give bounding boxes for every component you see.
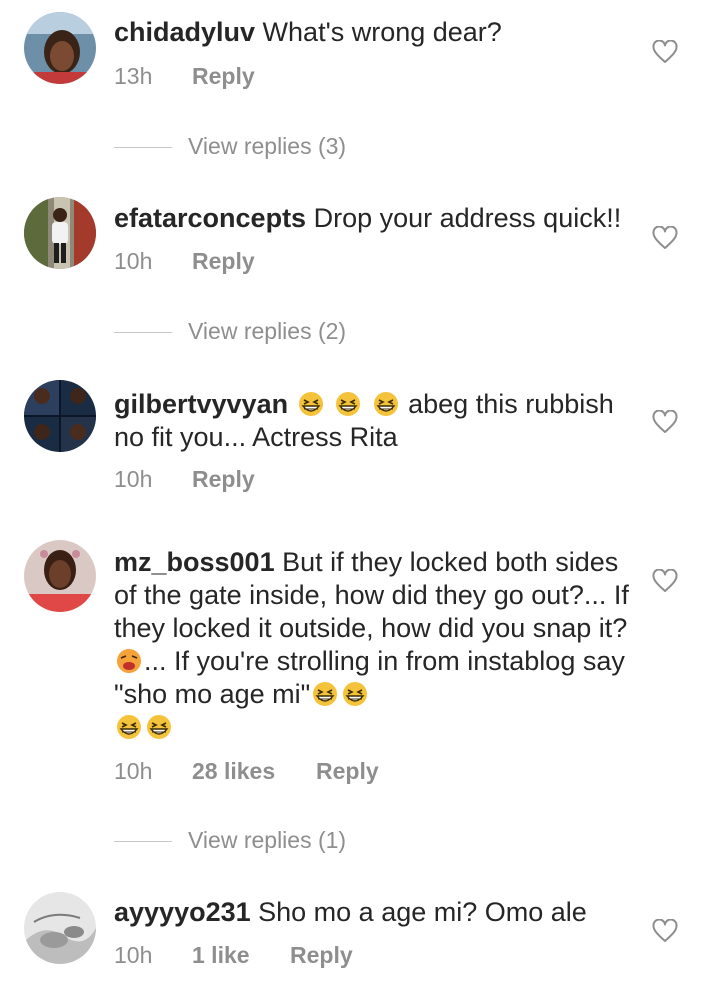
heart-outline-icon[interactable] (652, 919, 678, 943)
comment-meta: 13h Reply (114, 61, 255, 91)
view-replies-link[interactable]: View replies (1) (114, 825, 346, 855)
avatar[interactable] (24, 197, 96, 269)
view-replies-link[interactable]: View replies (2) (114, 316, 346, 346)
grinning-squinting-face-emoji (147, 715, 171, 739)
grinning-squinting-face-emoji (336, 392, 361, 416)
comment-body: Drop your address quick!! (306, 203, 622, 233)
comment-time: 10h (114, 942, 153, 968)
username[interactable]: gilbertvyvyan (114, 389, 288, 419)
reply-button[interactable]: Reply (290, 940, 353, 970)
view-replies-link[interactable]: View replies (3) (114, 131, 346, 161)
grinning-squinting-face-emoji (343, 682, 368, 706)
username[interactable]: efatarconcepts (114, 203, 306, 233)
comment-time: 10h (114, 466, 153, 492)
comment-body: What's wrong dear? (255, 17, 502, 47)
username[interactable]: ayyyyo231 (114, 897, 251, 927)
avatar[interactable] (24, 892, 96, 964)
comment-meta: 10h Reply (114, 246, 255, 276)
comment-text: mz_boss001 But if they locked both sides… (114, 546, 634, 744)
comment-meta: 10h Reply (114, 464, 255, 494)
divider (114, 332, 172, 334)
heart-outline-icon[interactable] (652, 40, 678, 64)
comment-time: 10h (114, 248, 153, 274)
avatar[interactable] (24, 380, 96, 452)
grinning-squinting-face-emoji (313, 682, 338, 706)
comment-body-continued: ... If you're strolling in from instablo… (114, 646, 625, 709)
reply-button[interactable]: Reply (316, 756, 379, 786)
comment-text: ayyyyo231 Sho mo a age mi? Omo ale (114, 896, 634, 929)
likes-count[interactable]: 28 likes (192, 756, 316, 786)
comment-item: efatarconcepts Drop your address quick!!… (0, 190, 720, 310)
comment-text: efatarconcepts Drop your address quick!! (114, 202, 634, 235)
likes-count[interactable]: 1 like (192, 940, 290, 970)
view-replies-label[interactable]: View replies (3) (188, 133, 346, 159)
comment-item: mz_boss001 But if they locked both sides… (0, 530, 720, 790)
divider (114, 841, 172, 843)
reply-button[interactable]: Reply (192, 61, 255, 91)
comment-meta: 10h 28 likes Reply (114, 756, 379, 786)
divider (114, 147, 172, 149)
comment-item: gilbertvyvyan abeg this rubbish no fit y… (0, 372, 720, 502)
comment-item: ayyyyo231 Sho mo a age mi? Omo ale 10h 1 … (0, 882, 720, 988)
view-replies-label[interactable]: View replies (2) (188, 318, 346, 344)
comment-text: gilbertvyvyan abeg this rubbish no fit y… (114, 388, 634, 454)
avatar[interactable] (24, 540, 96, 612)
username[interactable]: mz_boss001 (114, 547, 275, 577)
comment-meta: 10h 1 like Reply (114, 940, 353, 970)
grinning-squinting-face-emoji (298, 392, 323, 416)
grinning-squinting-face-emoji (117, 715, 141, 739)
heart-outline-icon[interactable] (652, 410, 678, 434)
heart-outline-icon[interactable] (652, 569, 678, 593)
comment-text: chidadyluv What's wrong dear? (114, 16, 634, 49)
tired-face-emoji (117, 649, 141, 673)
comment-item: chidadyluv What's wrong dear? 13h Reply (0, 0, 720, 120)
username[interactable]: chidadyluv (114, 17, 255, 47)
reply-button[interactable]: Reply (192, 246, 255, 276)
reply-button[interactable]: Reply (192, 464, 255, 494)
avatar[interactable] (24, 12, 96, 84)
view-replies-label[interactable]: View replies (1) (188, 827, 346, 853)
grinning-squinting-face-emoji (373, 392, 398, 416)
heart-outline-icon[interactable] (652, 226, 678, 250)
comment-time: 13h (114, 63, 153, 89)
comment-body: Sho mo a age mi? Omo ale (250, 897, 587, 927)
comment-time: 10h (114, 758, 153, 784)
